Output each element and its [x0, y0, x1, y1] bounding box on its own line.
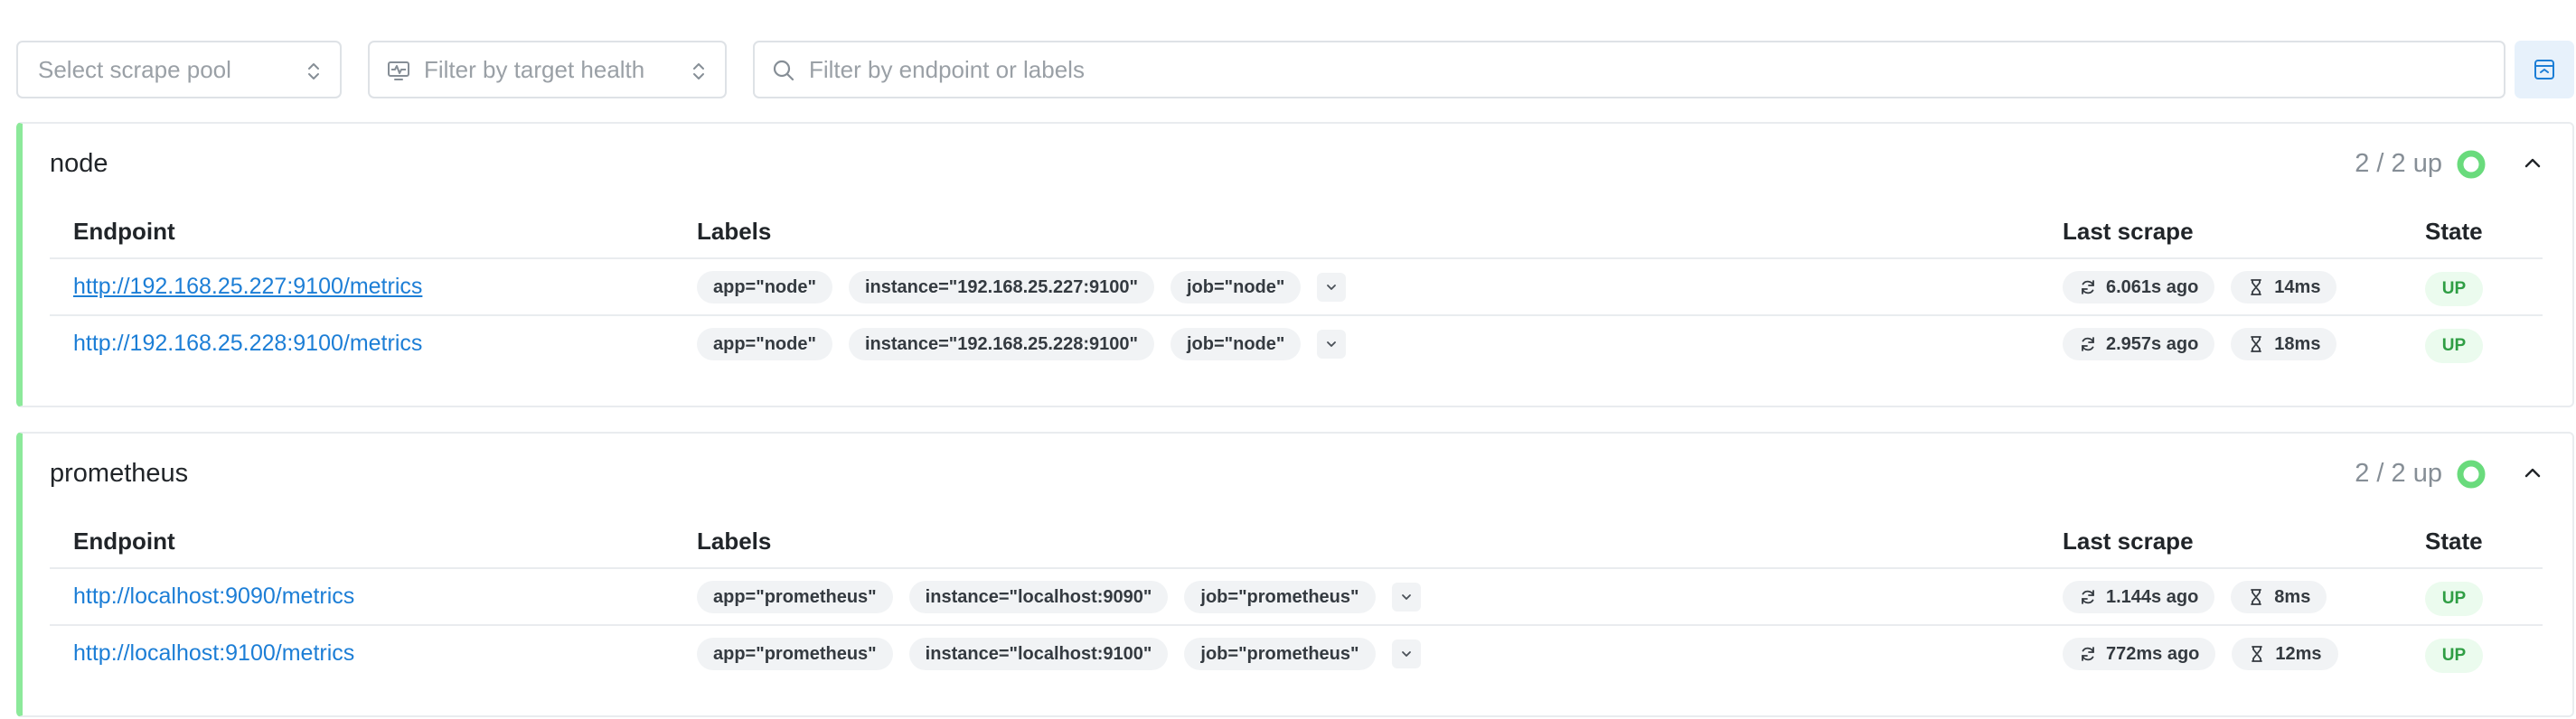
more-labels-button[interactable] — [1391, 640, 1421, 668]
target-health-placeholder: Filter by target health — [424, 55, 645, 83]
more-labels-button[interactable] — [1391, 583, 1421, 612]
last-scrape-text: 772ms ago — [2106, 643, 2200, 664]
col-last-scrape: Last scrape — [2063, 528, 2194, 555]
endpoint-link[interactable]: http://192.168.25.227:9100/metrics — [73, 274, 422, 300]
scrape-duration-text: 18ms — [2274, 333, 2321, 354]
label-badge: job="prometheus" — [1184, 581, 1376, 613]
hourglass-icon — [2251, 589, 2262, 605]
col-state: State — [2425, 528, 2483, 555]
layout-collapse-icon — [2534, 60, 2554, 79]
col-endpoint: Endpoint — [73, 528, 175, 555]
search-icon — [773, 60, 794, 81]
endpoint-link[interactable]: http://localhost:9090/metrics — [73, 584, 354, 610]
hourglass-icon — [2252, 646, 2263, 662]
label-badge: instance="localhost:9090" — [908, 581, 1169, 613]
hourglass-icon — [2251, 336, 2262, 352]
col-endpoint: Endpoint — [73, 218, 175, 245]
chevron-down-icon — [1327, 285, 1337, 290]
col-labels: Labels — [697, 218, 772, 245]
label-badge: app="prometheus" — [697, 581, 893, 613]
chevron-down-icon — [1327, 341, 1337, 347]
scrape-pool-placeholder: Select scrape pool — [38, 55, 231, 83]
label-badge: job="prometheus" — [1184, 638, 1376, 670]
layout-toggle-button[interactable] — [2515, 41, 2574, 98]
table-row: http://localhost:9100/metrics app="prome… — [50, 626, 2543, 683]
scrape-duration-text: 12ms — [2275, 643, 2322, 664]
scrape-pool-prometheus: prometheus 2 / 2 up Endpoint Labels Last… — [16, 432, 2574, 717]
scrape-info: 2.957s ago 18ms — [2063, 328, 2337, 360]
pool-up-count: 2 / 2 up — [2355, 149, 2442, 178]
refresh-icon — [2082, 647, 2094, 661]
chevron-up-icon[interactable] — [2520, 461, 2545, 486]
more-labels-button[interactable] — [1317, 273, 1347, 302]
last-scrape-badge: 6.061s ago — [2063, 271, 2215, 303]
state-badge: UP — [2425, 272, 2483, 306]
last-scrape-text: 2.957s ago — [2106, 333, 2199, 354]
table-header: Endpoint Labels Last scrape State — [50, 515, 2543, 569]
chevron-down-icon — [1401, 651, 1411, 657]
health-ring-icon — [2457, 150, 2486, 179]
last-scrape-text: 6.061s ago — [2106, 276, 2199, 297]
endpoint-search-placeholder: Filter by endpoint or labels — [809, 55, 1085, 83]
label-badge: job="node" — [1170, 328, 1302, 360]
label-badge: instance="localhost:9100" — [908, 638, 1169, 670]
label-list: app="prometheus" instance="localhost:910… — [697, 638, 1421, 670]
last-scrape-badge: 772ms ago — [2063, 638, 2216, 670]
targets-table: Endpoint Labels Last scrape State http:/… — [50, 205, 2543, 373]
label-badge: instance="192.168.25.228:9100" — [848, 328, 1154, 360]
chevron-up-down-icon — [693, 63, 704, 79]
col-last-scrape: Last scrape — [2063, 218, 2194, 245]
chevron-up-down-icon — [308, 63, 319, 79]
last-scrape-badge: 1.144s ago — [2063, 581, 2215, 613]
endpoint-link[interactable]: http://192.168.25.228:9100/metrics — [73, 331, 422, 357]
state-badge: UP — [2425, 329, 2483, 363]
label-list: app="node" instance="192.168.25.227:9100… — [697, 271, 1347, 303]
refresh-icon — [2082, 590, 2094, 604]
scrape-duration-text: 8ms — [2274, 586, 2311, 607]
table-row: http://localhost:9090/metrics app="prome… — [50, 569, 2543, 626]
scrape-info: 6.061s ago 14ms — [2063, 271, 2337, 303]
label-badge: app="node" — [697, 271, 832, 303]
state-badge: UP — [2425, 582, 2483, 616]
scrape-info: 1.144s ago 8ms — [2063, 581, 2327, 613]
more-labels-button[interactable] — [1317, 330, 1347, 359]
label-list: app="node" instance="192.168.25.228:9100… — [697, 328, 1347, 360]
endpoint-link[interactable]: http://localhost:9100/metrics — [73, 640, 354, 667]
table-header: Endpoint Labels Last scrape State — [50, 205, 2543, 259]
target-health-filter[interactable]: Filter by target health — [368, 41, 727, 98]
label-badge: app="node" — [697, 328, 832, 360]
scrape-duration-badge: 14ms — [2231, 271, 2337, 303]
filter-bar: Select scrape pool Filter by target heal… — [16, 41, 2574, 98]
scrape-duration-text: 14ms — [2274, 276, 2321, 297]
endpoint-search-input[interactable]: Filter by endpoint or labels — [753, 41, 2505, 98]
label-list: app="prometheus" instance="localhost:909… — [697, 581, 1421, 613]
table-row: http://192.168.25.227:9100/metrics app="… — [50, 259, 2543, 316]
health-ring-icon — [2457, 460, 2486, 489]
monitor-heart-icon — [388, 61, 409, 80]
refresh-icon — [2082, 337, 2094, 351]
pool-up-count: 2 / 2 up — [2355, 459, 2442, 488]
scrape-duration-badge: 18ms — [2231, 328, 2337, 360]
targets-table: Endpoint Labels Last scrape State http:/… — [50, 515, 2543, 683]
col-labels: Labels — [697, 528, 772, 555]
scrape-duration-badge: 12ms — [2232, 638, 2338, 670]
chevron-up-icon[interactable] — [2520, 151, 2545, 176]
last-scrape-badge: 2.957s ago — [2063, 328, 2215, 360]
label-badge: job="node" — [1170, 271, 1302, 303]
refresh-icon — [2082, 280, 2094, 294]
col-state: State — [2425, 218, 2483, 245]
scrape-duration-badge: 8ms — [2231, 581, 2327, 613]
scrape-pool-node: node 2 / 2 up Endpoint Labels Last scrap… — [16, 122, 2574, 407]
chevron-down-icon — [1401, 594, 1411, 600]
pool-name: prometheus — [50, 459, 189, 488]
label-badge: app="prometheus" — [697, 638, 893, 670]
pool-name: node — [50, 149, 108, 178]
table-row: http://192.168.25.228:9100/metrics app="… — [50, 316, 2543, 373]
scrape-pool-select[interactable]: Select scrape pool — [16, 41, 342, 98]
state-badge: UP — [2425, 639, 2483, 673]
label-badge: instance="192.168.25.227:9100" — [848, 271, 1154, 303]
hourglass-icon — [2251, 279, 2262, 295]
last-scrape-text: 1.144s ago — [2106, 586, 2199, 607]
scrape-info: 772ms ago 12ms — [2063, 638, 2338, 670]
